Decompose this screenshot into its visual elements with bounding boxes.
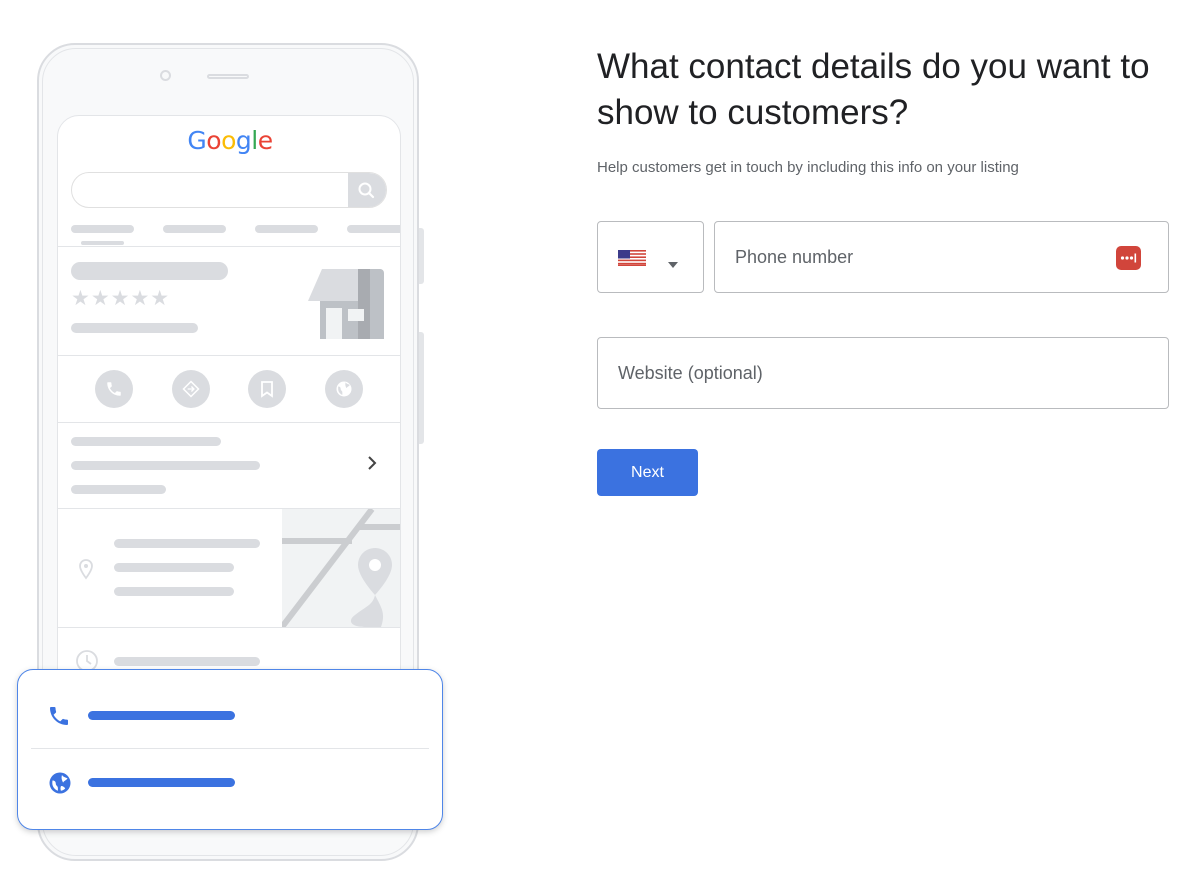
card-divider xyxy=(31,748,429,749)
storefront-icon xyxy=(308,266,384,344)
placeholder-bar xyxy=(71,437,221,446)
google-logo-letter: e xyxy=(257,126,273,155)
google-logo-letter: o xyxy=(206,126,222,155)
page-subtitle: Help customers get in touch by including… xyxy=(597,159,1019,176)
phone-camera-icon xyxy=(160,70,171,81)
card-globe-icon xyxy=(48,771,72,800)
phone-side-button xyxy=(419,228,424,284)
placeholder-bar xyxy=(114,587,234,596)
location-pin-icon xyxy=(78,558,94,587)
caret-down-icon xyxy=(668,255,678,273)
phone-number-field[interactable] xyxy=(714,221,1169,293)
placeholder-bar xyxy=(114,657,260,666)
placeholder-bar xyxy=(71,461,260,470)
next-button[interactable]: Next xyxy=(597,449,698,496)
active-tab-indicator xyxy=(81,241,124,245)
page-title: What contact details do you want to show… xyxy=(597,47,1150,132)
google-logo-letter: o xyxy=(221,126,236,155)
contact-preview-card xyxy=(17,669,443,830)
rating-stars-icon: ★★★★★ xyxy=(71,287,171,310)
placeholder-bar xyxy=(71,485,166,494)
google-logo: Google xyxy=(58,126,400,155)
website-input[interactable] xyxy=(618,338,1148,408)
card-website-value-bar xyxy=(88,778,235,787)
placeholder-chip xyxy=(163,225,226,233)
country-code-select[interactable] xyxy=(597,221,704,293)
action-directions-icon xyxy=(172,370,210,408)
action-phone-icon xyxy=(95,370,133,408)
card-phone-value-bar xyxy=(88,711,235,720)
phone-side-button xyxy=(419,332,424,444)
google-logo-letter: G xyxy=(187,126,207,155)
google-logo-letter: g xyxy=(235,126,252,155)
action-bookmark-icon xyxy=(248,370,286,408)
card-phone-icon xyxy=(47,704,71,733)
placeholder-bar xyxy=(114,563,234,572)
placeholder-chip xyxy=(255,225,318,233)
illustration-search-box xyxy=(71,172,387,208)
placeholder-bar xyxy=(114,539,260,548)
placeholder-bar xyxy=(71,323,198,333)
action-globe-icon xyxy=(325,370,363,408)
placeholder-chip xyxy=(71,225,134,233)
password-manager-icon[interactable] xyxy=(1116,246,1141,270)
chevron-right-icon xyxy=(367,455,377,476)
website-field[interactable] xyxy=(597,337,1169,409)
search-icon xyxy=(348,173,386,207)
map-thumbnail xyxy=(282,509,400,627)
phone-speaker-icon xyxy=(207,74,249,79)
placeholder-title-bar xyxy=(71,262,228,280)
us-flag-icon xyxy=(618,250,646,271)
placeholder-chip xyxy=(347,225,400,233)
phone-number-input[interactable] xyxy=(735,222,1105,292)
